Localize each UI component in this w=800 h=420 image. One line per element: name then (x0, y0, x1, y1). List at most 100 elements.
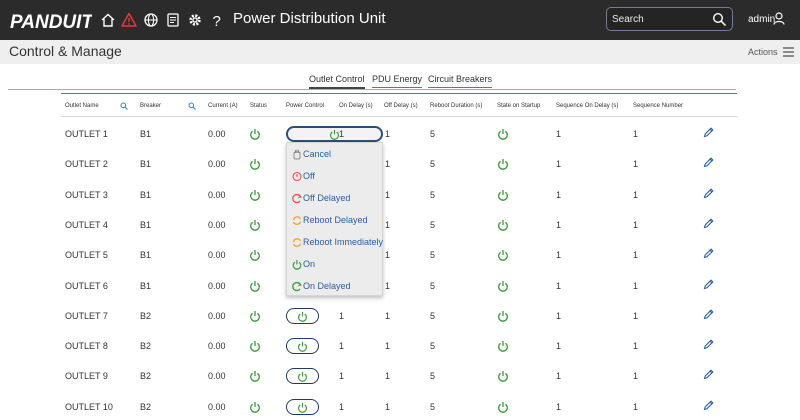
sequence-number-value: 1 (633, 280, 639, 291)
status-on-icon (250, 371, 260, 383)
column-header-sequence-on-delay[interactable]: Sequence On Delay (s) (556, 103, 618, 109)
current-value: 0.00 (208, 189, 226, 200)
sequence-number-value: 1 (633, 310, 639, 321)
off-delay-value: 1 (385, 401, 391, 412)
sequence-number-value: 1 (633, 189, 639, 200)
current-value: 0.00 (208, 250, 226, 261)
breaker-value: B2 (140, 341, 152, 352)
off-delay-value: 1 (385, 280, 391, 291)
sequence-on-delay-value: 1 (556, 159, 562, 170)
hamburger-menu-icon[interactable] (783, 47, 794, 57)
tab-outlet-control[interactable]: Outlet Control (309, 74, 365, 89)
reboot-icon (292, 238, 302, 247)
edit-pencil-icon[interactable] (703, 400, 714, 411)
svg-text:?: ? (213, 13, 221, 29)
outlet-name: OUTLET 5 (65, 250, 108, 261)
breaker-value: B1 (140, 219, 152, 230)
breaker-value: B2 (140, 310, 152, 321)
tab-pdu-energy[interactable]: PDU Energy (372, 74, 423, 88)
power-control-button[interactable] (286, 126, 383, 142)
outlet-name: OUTLET 6 (65, 280, 108, 291)
user-name[interactable]: admin (748, 14, 775, 25)
column-header-state-on-startup[interactable]: State on Startup (497, 103, 540, 109)
edit-pencil-icon[interactable] (703, 369, 714, 380)
outlet-name: OUTLET 10 (65, 401, 113, 412)
tab-circuit-breakers[interactable]: Circuit Breakers (428, 74, 493, 88)
column-header-breaker[interactable]: Breaker (140, 103, 161, 109)
on-delay-value: 1 (339, 401, 345, 412)
startup-on-icon (498, 341, 508, 352)
search-box[interactable] (606, 7, 733, 31)
current-value: 0.00 (208, 310, 226, 321)
edit-pencil-icon[interactable] (703, 218, 714, 229)
document-icon[interactable] (164, 11, 182, 29)
panduit-logo: PANDUIT (10, 12, 92, 32)
startup-on-icon (498, 159, 508, 171)
power-control-button[interactable] (286, 307, 319, 324)
off-delay-value: 1 (385, 189, 391, 200)
off-icon (292, 171, 302, 182)
edit-pencil-icon[interactable] (703, 309, 714, 320)
column-header-reboot-duration[interactable]: Reboot Duration (s) (430, 103, 482, 109)
help-icon[interactable]: ? (208, 11, 226, 29)
status-on-icon (250, 280, 260, 292)
edit-pencil-icon[interactable] (703, 157, 714, 168)
column-header-outlet-name[interactable]: Outlet Name (65, 103, 99, 109)
reboot-duration-value: 5 (430, 250, 436, 261)
column-header-sequence-number[interactable]: Sequence Number (633, 103, 683, 109)
reboot-duration-value: 5 (430, 341, 436, 352)
sequence-on-delay-value: 1 (556, 250, 562, 261)
column-header-power-control[interactable]: Power Control (286, 103, 324, 109)
reboot-duration-value: 5 (430, 219, 436, 230)
breaker-value: B1 (140, 280, 152, 291)
brand-text: PANDUIT (10, 12, 92, 32)
user-icon[interactable] (773, 12, 785, 25)
breaker-value: B1 (140, 250, 152, 261)
breaker-value: B1 (140, 189, 152, 200)
power-icon (298, 311, 307, 322)
column-header-on-delay[interactable]: On Delay (s) (339, 103, 373, 109)
sequence-on-delay-value: 1 (556, 401, 562, 412)
startup-on-icon (498, 129, 508, 140)
off-delay-value: 1 (385, 159, 391, 170)
on-delayed-icon (292, 281, 302, 292)
table-header-top-border (61, 93, 737, 94)
off-delay-value: 1 (385, 250, 391, 261)
current-value: 0.00 (208, 219, 226, 230)
search-icon[interactable] (712, 12, 727, 27)
home-icon[interactable] (99, 11, 117, 29)
search-icon[interactable] (120, 102, 128, 110)
alarm-icon[interactable] (120, 11, 138, 29)
globe-icon[interactable] (142, 11, 160, 29)
status-on-icon (250, 341, 260, 352)
sequence-number-value: 1 (633, 250, 639, 261)
edit-pencil-icon[interactable] (703, 339, 714, 350)
search-icon[interactable] (188, 102, 196, 110)
search-input[interactable] (612, 12, 707, 27)
app-title: Power Distribution Unit (233, 10, 386, 27)
edit-pencil-icon[interactable] (703, 127, 714, 138)
reboot-delayed-icon (292, 216, 302, 225)
edit-pencil-icon[interactable] (703, 248, 714, 259)
gear-icon[interactable] (186, 11, 204, 29)
power-control-button[interactable] (286, 398, 319, 415)
column-header-current[interactable]: Current (A) (208, 103, 238, 109)
edit-pencil-icon[interactable] (703, 188, 714, 199)
power-control-button[interactable] (286, 338, 319, 355)
column-header-off-delay[interactable]: Off Delay (s) (384, 103, 418, 109)
edit-pencil-icon[interactable] (703, 278, 714, 290)
actions-menu-label[interactable]: Actions (748, 47, 778, 57)
power-control-button[interactable] (286, 368, 319, 385)
sequence-on-delay-value: 1 (556, 189, 562, 200)
current-value: 0.00 (208, 401, 226, 412)
status-on-icon (250, 159, 260, 171)
column-header-status[interactable]: Status (250, 103, 267, 109)
startup-on-icon (498, 401, 508, 413)
reboot-duration-value: 5 (430, 401, 436, 412)
startup-on-icon (498, 280, 508, 292)
status-on-icon (250, 189, 260, 201)
breaker-value: B1 (140, 159, 152, 170)
outlet-name: OUTLET 4 (65, 219, 108, 230)
power-menu-label: On Delayed (303, 281, 351, 291)
off-delay-value: 1 (385, 371, 391, 382)
